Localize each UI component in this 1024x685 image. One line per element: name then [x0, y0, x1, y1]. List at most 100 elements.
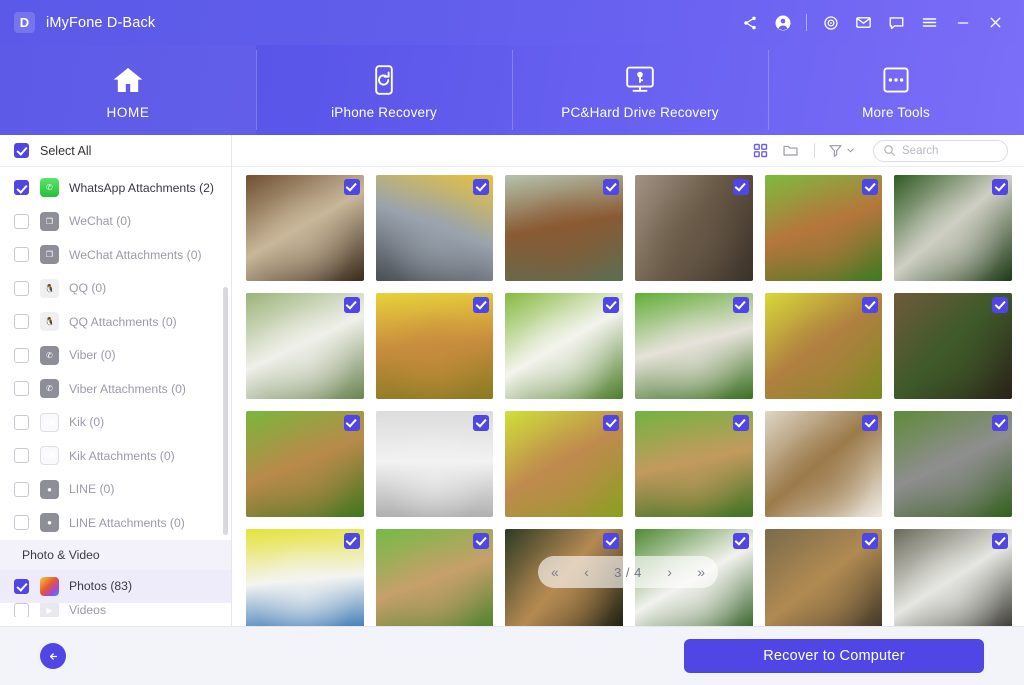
back-button[interactable] — [40, 643, 66, 669]
photo-thumbnail[interactable] — [635, 411, 753, 517]
pagination-prev[interactable]: ‹ — [584, 565, 589, 579]
sidebar-item[interactable]: ❐WeChat Attachments (0) — [0, 238, 231, 272]
thumbnail-checkbox[interactable] — [603, 179, 619, 195]
tab-more-tools[interactable]: More Tools — [768, 45, 1024, 135]
folder-view-icon[interactable] — [775, 138, 805, 164]
sidebar-item[interactable]: ●LINE Attachments (0) — [0, 506, 231, 540]
sidebar-item-checkbox[interactable] — [14, 247, 29, 262]
thumbnail-checkbox[interactable] — [862, 179, 878, 195]
sidebar-item[interactable]: Photos (83) — [0, 570, 231, 604]
tab-home[interactable]: HOME — [0, 45, 256, 135]
sidebar-item-checkbox[interactable] — [14, 348, 29, 363]
photo-thumbnail[interactable] — [505, 175, 623, 281]
thumbnail-checkbox[interactable] — [344, 533, 360, 549]
thumbnail-checkbox[interactable] — [733, 533, 749, 549]
photo-thumbnail[interactable] — [505, 293, 623, 399]
sidebar-item-checkbox[interactable] — [14, 579, 29, 594]
thumbnail-checkbox[interactable] — [603, 415, 619, 431]
chat-icon[interactable] — [880, 6, 913, 39]
thumbnail-checkbox[interactable] — [473, 297, 489, 313]
close-icon[interactable] — [979, 6, 1012, 39]
sidebar-item[interactable]: ●LINE (0) — [0, 473, 231, 507]
thumbnail-checkbox[interactable] — [992, 533, 1008, 549]
target-icon[interactable] — [814, 6, 847, 39]
search-box[interactable] — [873, 140, 1008, 162]
thumbnail-checkbox[interactable] — [862, 297, 878, 313]
thumbnail-checkbox[interactable] — [992, 297, 1008, 313]
sidebar-item[interactable]: kikKik Attachments (0) — [0, 439, 231, 473]
thumbnail-checkbox[interactable] — [344, 415, 360, 431]
thumbnail-checkbox[interactable] — [344, 297, 360, 313]
tab-pc-hard-drive-recovery[interactable]: PC&Hard Drive Recovery — [512, 45, 768, 135]
account-icon[interactable] — [766, 6, 799, 39]
sidebar-item-checkbox[interactable] — [14, 381, 29, 396]
sidebar-item-checkbox[interactable] — [14, 448, 29, 463]
sidebar-item-checkbox[interactable] — [14, 515, 29, 530]
thumbnail-checkbox[interactable] — [344, 179, 360, 195]
sidebar-item[interactable]: 🐧QQ Attachments (0) — [0, 305, 231, 339]
sidebar-item[interactable]: ✆Viber (0) — [0, 339, 231, 373]
minimize-icon[interactable] — [946, 6, 979, 39]
photo-thumbnail[interactable] — [894, 293, 1012, 399]
thumbnail-checkbox[interactable] — [473, 179, 489, 195]
thumbnail-checkbox[interactable] — [733, 297, 749, 313]
thumbnail-checkbox[interactable] — [733, 415, 749, 431]
sidebar-item[interactable]: ✆Viber Attachments (0) — [0, 372, 231, 406]
sidebar-item[interactable]: ✆WhatsApp Attachments (2) — [0, 171, 231, 205]
photo-thumbnail[interactable] — [894, 529, 1012, 626]
sidebar-item-checkbox[interactable] — [14, 180, 29, 195]
sidebar-item[interactable]: ❐WeChat (0) — [0, 205, 231, 239]
select-all-checkbox[interactable] — [14, 143, 29, 158]
thumbnail-checkbox[interactable] — [603, 297, 619, 313]
thumbnail-checkbox[interactable] — [473, 533, 489, 549]
photo-thumbnail[interactable] — [635, 293, 753, 399]
recover-to-computer-button[interactable]: Recover to Computer — [684, 639, 984, 673]
pagination-last[interactable]: » — [697, 565, 705, 579]
photo-thumbnail[interactable] — [765, 529, 883, 626]
pagination-first[interactable]: « — [551, 565, 559, 579]
thumbnail-checkbox[interactable] — [992, 415, 1008, 431]
thumbnail-checkbox[interactable] — [733, 179, 749, 195]
share-icon[interactable] — [733, 6, 766, 39]
sidebar-item-checkbox[interactable] — [14, 603, 29, 617]
search-input[interactable] — [902, 145, 994, 157]
photo-thumbnail[interactable] — [376, 411, 494, 517]
photo-thumbnail[interactable] — [246, 175, 364, 281]
photo-thumbnail[interactable] — [505, 411, 623, 517]
thumbnail-checkbox[interactable] — [862, 533, 878, 549]
mail-icon[interactable] — [847, 6, 880, 39]
sidebar-item-checkbox[interactable] — [14, 314, 29, 329]
select-all-row[interactable]: Select All — [0, 135, 231, 167]
grid-view-icon[interactable] — [745, 138, 775, 164]
sidebar-item[interactable]: ▶Videos — [0, 603, 231, 617]
photo-thumbnail[interactable] — [246, 293, 364, 399]
thumbnail-checkbox[interactable] — [992, 179, 1008, 195]
thumbnail-checkbox[interactable] — [473, 415, 489, 431]
photo-thumbnail[interactable] — [376, 529, 494, 626]
thumbnail-checkbox[interactable] — [603, 533, 619, 549]
sidebar-item-checkbox[interactable] — [14, 281, 29, 296]
photo-thumbnail[interactable] — [246, 411, 364, 517]
sidebar-item[interactable]: kikKik (0) — [0, 406, 231, 440]
tab-iphone-recovery-label: iPhone Recovery — [331, 105, 437, 120]
sidebar-item-checkbox[interactable] — [14, 214, 29, 229]
photo-thumbnail[interactable] — [765, 175, 883, 281]
sidebar-scrollbar[interactable] — [223, 287, 228, 535]
photo-thumbnail[interactable] — [246, 529, 364, 626]
photo-thumbnail[interactable] — [765, 411, 883, 517]
photo-thumbnail[interactable] — [376, 293, 494, 399]
photo-thumbnail[interactable] — [894, 411, 1012, 517]
thumbnail-checkbox[interactable] — [862, 415, 878, 431]
photo-thumbnail[interactable] — [376, 175, 494, 281]
filter-button[interactable] — [824, 143, 859, 158]
pagination-next[interactable]: › — [667, 565, 672, 579]
pagination-page: 3 / 4 — [614, 565, 642, 580]
tab-iphone-recovery[interactable]: iPhone Recovery — [256, 45, 512, 135]
photo-thumbnail[interactable] — [894, 175, 1012, 281]
photo-thumbnail[interactable] — [635, 175, 753, 281]
sidebar-item-checkbox[interactable] — [14, 482, 29, 497]
menu-icon[interactable] — [913, 6, 946, 39]
sidebar-item[interactable]: 🐧QQ (0) — [0, 272, 231, 306]
photo-thumbnail[interactable] — [765, 293, 883, 399]
sidebar-item-checkbox[interactable] — [14, 415, 29, 430]
